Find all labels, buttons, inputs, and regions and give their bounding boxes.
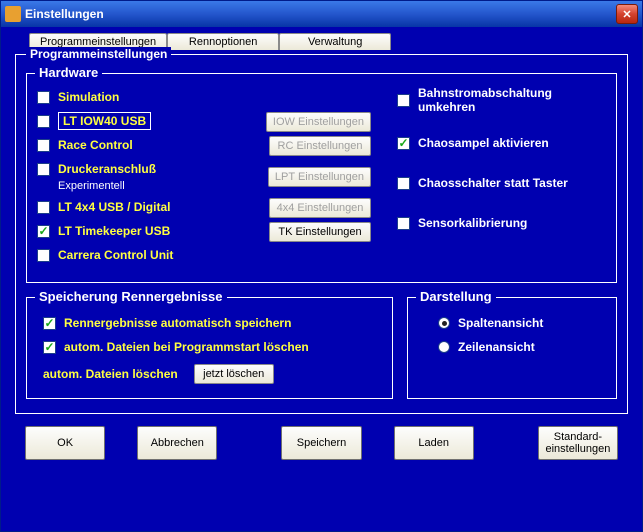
content-area: Programmeinstellungen Rennoptionen Verwa…: [1, 27, 642, 531]
checkbox-simulation[interactable]: [37, 91, 50, 104]
checkbox-iow40[interactable]: [37, 115, 50, 128]
label-carrera[interactable]: Carrera Control Unit: [58, 248, 173, 262]
app-icon: [5, 6, 21, 22]
checkbox-lt4x4[interactable]: [37, 201, 50, 214]
checkbox-autodelete-start[interactable]: [43, 341, 56, 354]
checkbox-race-control[interactable]: [37, 139, 50, 152]
group-program-label: Programmeinstellungen: [26, 47, 171, 61]
save-button[interactable]: Speichern: [281, 426, 361, 460]
radio-column-view[interactable]: [438, 317, 450, 329]
label-timekeeper[interactable]: LT Timekeeper USB: [58, 224, 170, 238]
close-button[interactable]: ✕: [616, 4, 638, 24]
label-autosave[interactable]: Rennergebnisse automatisch speichern: [64, 316, 291, 330]
label-bahnstrom[interactable]: Bahnstromabschaltung umkehren: [418, 86, 606, 114]
label-iow40[interactable]: LT IOW40 USB: [58, 112, 151, 130]
button-delete-now[interactable]: jetzt löschen: [194, 364, 274, 384]
label-chaosschalter[interactable]: Chaosschalter statt Taster: [418, 176, 568, 190]
window-title: Einstellungen: [25, 7, 104, 21]
label-column-view[interactable]: Spaltenansicht: [458, 316, 543, 330]
checkbox-printer-port[interactable]: [37, 163, 50, 176]
checkbox-chaosschalter[interactable]: [397, 177, 410, 190]
label-race-control[interactable]: Race Control: [58, 138, 133, 152]
settings-window: Einstellungen ✕ Programmeinstellungen Re…: [0, 0, 643, 532]
load-button[interactable]: Laden: [394, 426, 474, 460]
button-iow-settings: IOW Einstellungen: [266, 112, 371, 132]
label-simulation[interactable]: Simulation: [58, 90, 119, 104]
group-program-settings: Programmeinstellungen Hardware Simulatio…: [15, 54, 628, 414]
group-hardware: Hardware Simulation LT IOW40: [26, 73, 617, 283]
cancel-button[interactable]: Abbrechen: [137, 426, 217, 460]
label-printer-port[interactable]: Druckeranschluß: [58, 162, 156, 176]
checkbox-bahnstrom[interactable]: [397, 94, 410, 107]
button-tk-settings[interactable]: TK Einstellungen: [269, 222, 371, 242]
label-autodelete: autom. Dateien löschen: [43, 367, 178, 381]
label-sensorkal[interactable]: Sensorkalibrierung: [418, 216, 527, 230]
label-lt4x4[interactable]: LT 4x4 USB / Digital: [58, 200, 170, 214]
group-storage: Speicherung Rennergebnisse Rennergebniss…: [26, 297, 393, 399]
tab-race-options[interactable]: Rennoptionen: [167, 33, 279, 50]
button-lpt-settings: LPT Einstellungen: [268, 167, 371, 187]
checkbox-chaosampel[interactable]: [397, 137, 410, 150]
hardware-right-col: Bahnstromabschaltung umkehren Chaosampel…: [377, 86, 606, 268]
checkbox-timekeeper[interactable]: [37, 225, 50, 238]
close-icon: ✕: [622, 8, 631, 21]
checkbox-sensorkal[interactable]: [397, 217, 410, 230]
ok-button[interactable]: OK: [25, 426, 105, 460]
radio-row-view[interactable]: [438, 341, 450, 353]
label-printer-sub: Experimentell: [58, 180, 156, 192]
tab-administration[interactable]: Verwaltung: [279, 33, 391, 50]
button-rc-settings: RC Einstellungen: [269, 136, 371, 156]
group-view: Darstellung Spaltenansicht Zeilenansicht: [407, 297, 617, 399]
checkbox-carrera[interactable]: [37, 249, 50, 262]
titlebar: Einstellungen ✕: [1, 1, 642, 27]
button-4x4-settings: 4x4 Einstellungen: [269, 198, 371, 218]
group-view-label: Darstellung: [416, 289, 496, 304]
hardware-left-col: Simulation LT IOW40 USB IOW Einstellunge…: [37, 86, 377, 268]
group-hardware-label: Hardware: [35, 65, 102, 80]
defaults-button[interactable]: Standard- einstellungen: [538, 426, 618, 460]
label-chaosampel[interactable]: Chaosampel aktivieren: [418, 136, 549, 150]
group-storage-label: Speicherung Rennergebnisse: [35, 289, 227, 304]
button-bar: OK Abbrechen Speichern Laden Standard- e…: [11, 420, 632, 470]
label-autodelete-start[interactable]: autom. Dateien bei Programmstart löschen: [64, 340, 309, 354]
checkbox-autosave[interactable]: [43, 317, 56, 330]
label-row-view[interactable]: Zeilenansicht: [458, 340, 535, 354]
